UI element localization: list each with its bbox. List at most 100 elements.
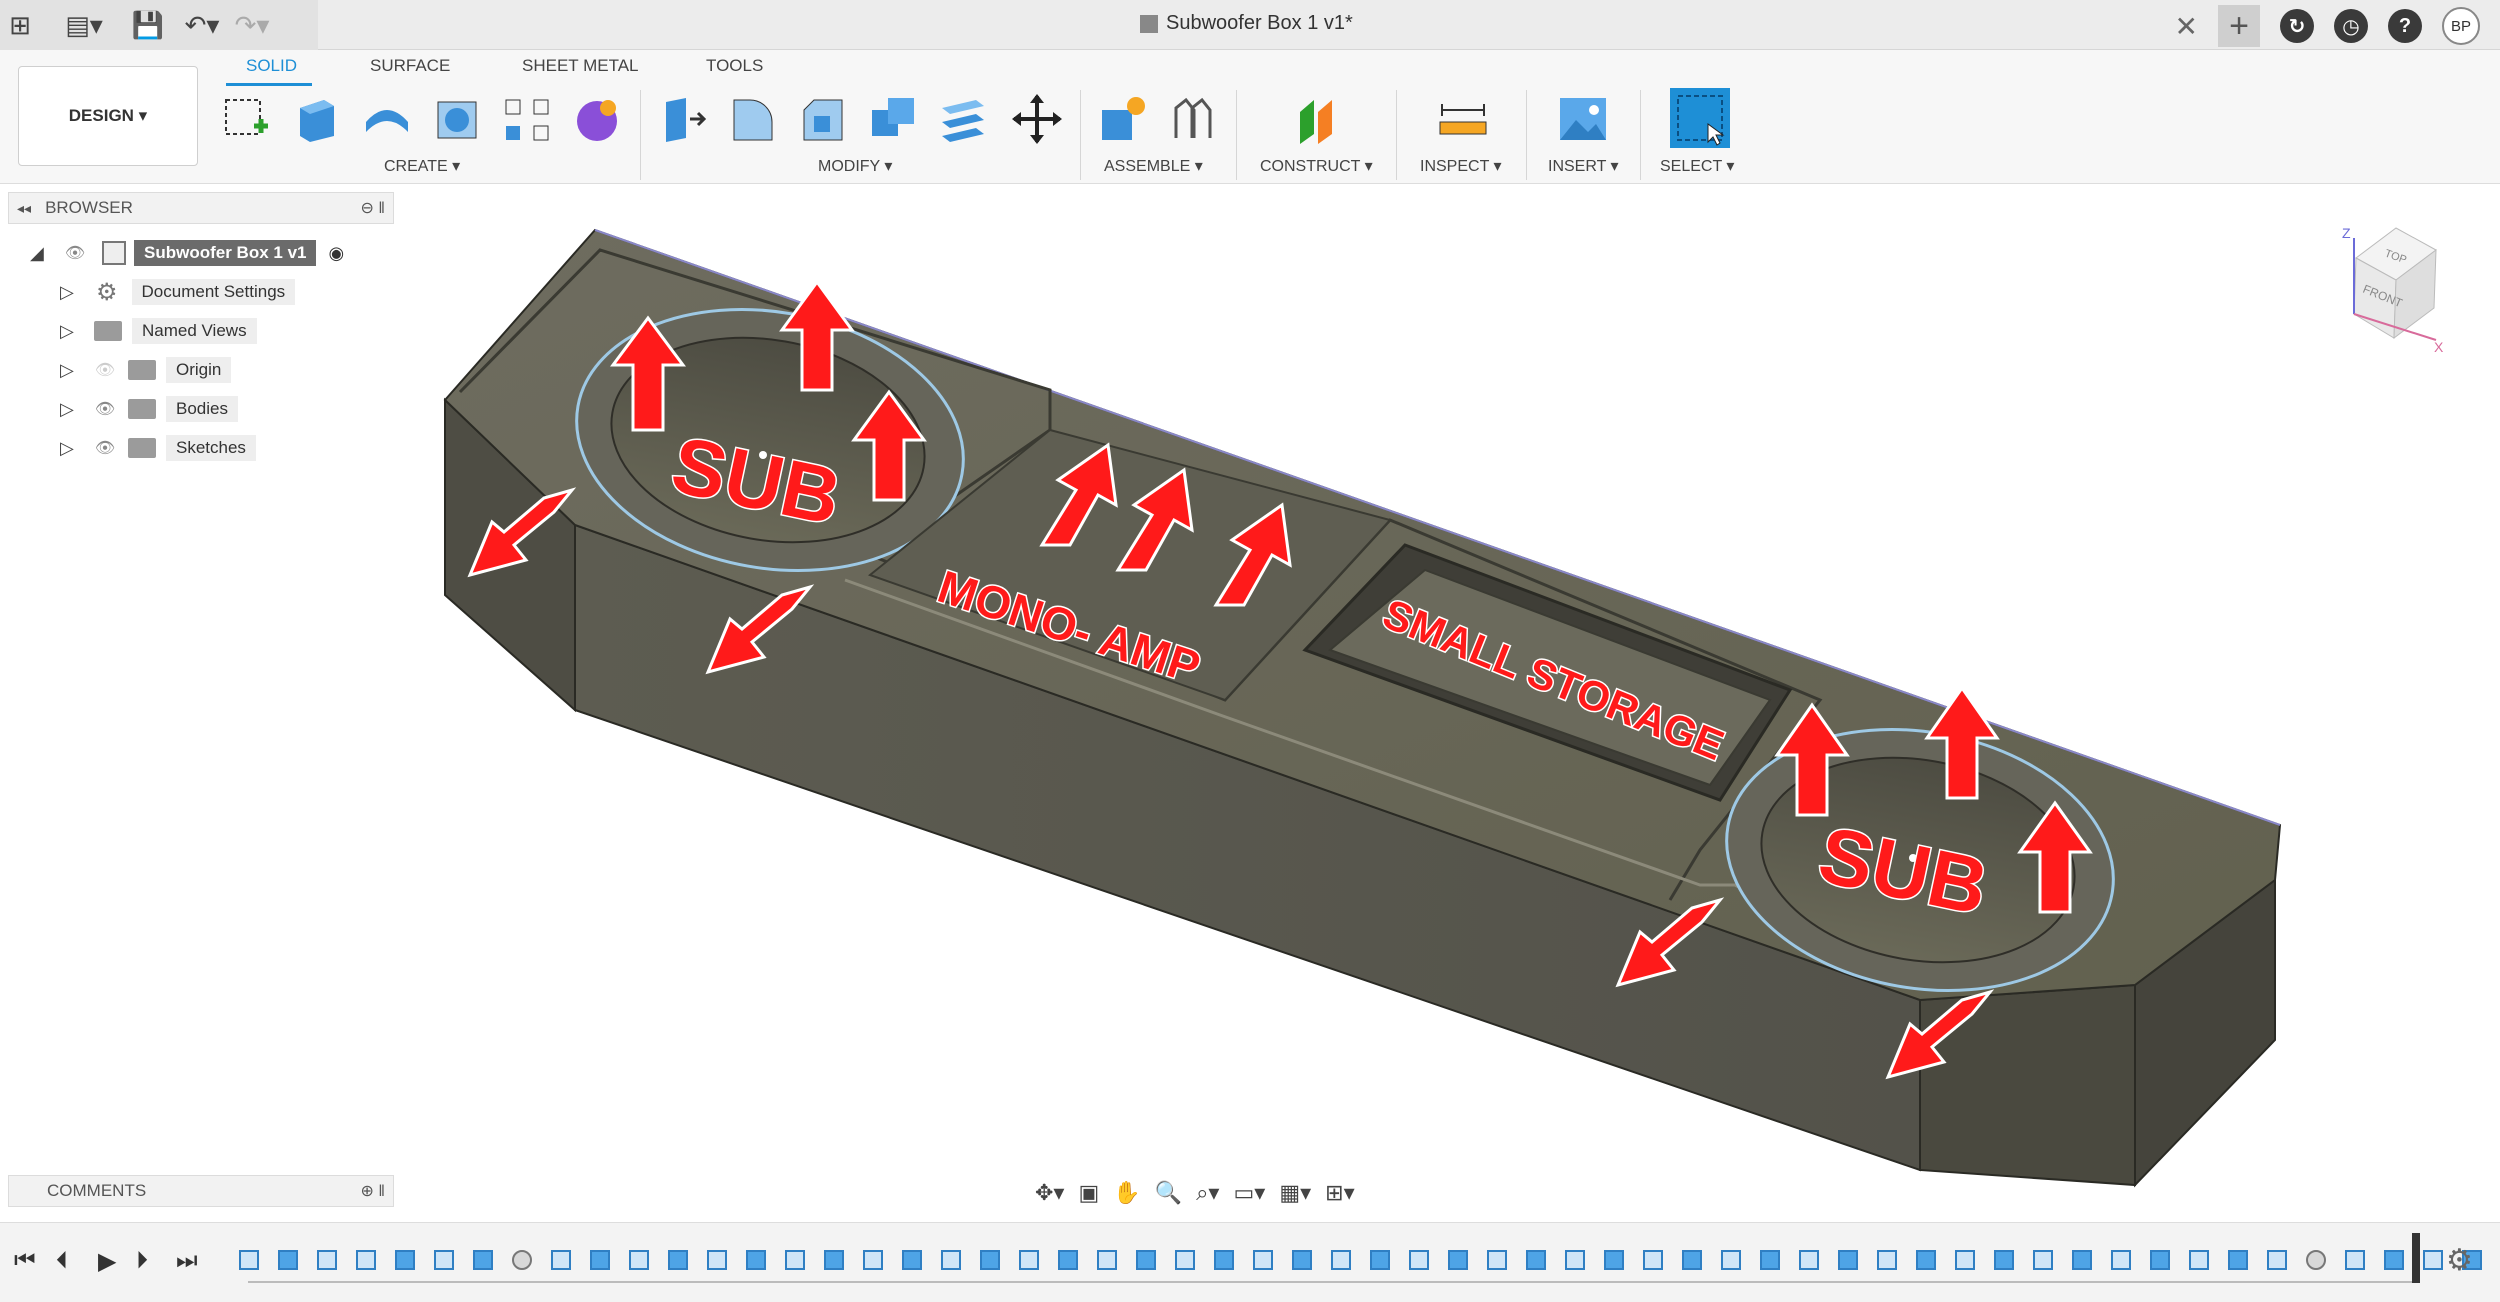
press-pull-icon[interactable] <box>656 92 710 146</box>
step-back-icon[interactable]: ⏴ <box>56 1247 68 1275</box>
create-menu[interactable]: CREATE ▾ <box>384 156 460 176</box>
left-sub-opening[interactable] <box>556 280 985 600</box>
timeline-extrude-icon[interactable] <box>1207 1245 1241 1275</box>
timeline-extrude-icon[interactable] <box>271 1245 305 1275</box>
tab-solid[interactable]: SOLID <box>246 56 297 76</box>
timeline-sketch-icon[interactable] <box>1792 1245 1826 1275</box>
browser-item-origin[interactable]: ▷ 👁 Origin <box>60 355 232 385</box>
browser-item-document-settings[interactable]: ▷ ⚙ Document Settings <box>60 277 296 307</box>
browser-item-named-views[interactable]: ▷ Named Views <box>60 316 257 346</box>
look-at-icon[interactable]: ▣ <box>1078 1180 1099 1206</box>
timeline-extrude-icon[interactable] <box>2143 1245 2177 1275</box>
timeline-sketch-icon[interactable] <box>2104 1245 2138 1275</box>
timeline-extrude-icon[interactable] <box>1363 1245 1397 1275</box>
timeline-extrude-icon[interactable] <box>1519 1245 1553 1275</box>
play-icon[interactable]: ▶ <box>98 1247 116 1276</box>
timeline-extrude-icon[interactable] <box>466 1245 500 1275</box>
timeline-sketch-icon[interactable] <box>310 1245 344 1275</box>
timeline-extrude-icon[interactable] <box>1051 1245 1085 1275</box>
timeline-extrude-icon[interactable] <box>739 1245 773 1275</box>
timeline-extrude-icon[interactable] <box>2377 1245 2411 1275</box>
app-grid-icon[interactable]: ⊞ <box>0 5 40 45</box>
job-status-icon[interactable]: ◷ <box>2334 9 2368 43</box>
chamfer-icon[interactable] <box>796 92 850 146</box>
timeline-sketch-icon[interactable] <box>1402 1245 1436 1275</box>
timeline-sketch-icon[interactable] <box>778 1245 812 1275</box>
user-avatar[interactable]: BP <box>2442 7 2480 45</box>
tab-surface[interactable]: SURFACE <box>370 56 450 76</box>
rectangular-pattern-icon[interactable] <box>500 92 554 146</box>
timeline-extrude-icon[interactable] <box>661 1245 695 1275</box>
construct-menu[interactable]: CONSTRUCT ▾ <box>1260 156 1373 176</box>
create-sketch-icon[interactable] <box>220 92 274 146</box>
timeline-settings-gear-icon[interactable]: ⚙ <box>2446 1243 2473 1278</box>
measure-icon[interactable] <box>1436 92 1490 146</box>
timeline-sketch-icon[interactable] <box>622 1245 656 1275</box>
go-to-end-icon[interactable]: ⏭ <box>176 1247 198 1275</box>
expand-triangle-icon[interactable]: ▷ <box>60 438 82 459</box>
timeline-fillet-icon[interactable] <box>505 1245 539 1275</box>
file-menu-icon[interactable]: ▤▾ <box>64 5 104 45</box>
select-menu[interactable]: SELECT ▾ <box>1660 156 1734 176</box>
timeline-sketch-icon[interactable] <box>1870 1245 1904 1275</box>
timeline-extrude-icon[interactable] <box>1285 1245 1319 1275</box>
add-comment-icon[interactable]: ⊕ ‖ <box>361 1181 385 1201</box>
timeline-sketch-icon[interactable] <box>934 1245 968 1275</box>
timeline-sketch-icon[interactable] <box>1246 1245 1280 1275</box>
help-icon[interactable]: ? <box>2388 9 2422 43</box>
timeline-extrude-icon[interactable] <box>973 1245 1007 1275</box>
timeline-extrude-icon[interactable] <box>1909 1245 1943 1275</box>
redo-icon[interactable]: ↷▾ <box>232 5 272 45</box>
expand-triangle-icon[interactable]: ▷ <box>60 360 82 381</box>
timeline-sketch-icon[interactable] <box>232 1245 266 1275</box>
visibility-eye-icon[interactable]: 👁 <box>92 399 118 419</box>
browser-item-bodies[interactable]: ▷ 👁 Bodies <box>60 394 238 424</box>
undo-icon[interactable]: ↶▾ <box>182 5 222 45</box>
timeline-sketch-icon[interactable] <box>2260 1245 2294 1275</box>
orbit-icon[interactable]: ✥▾ <box>1035 1180 1064 1206</box>
move-copy-icon[interactable] <box>1010 92 1064 146</box>
modify-menu[interactable]: MODIFY ▾ <box>818 156 892 176</box>
split-body-icon[interactable] <box>936 92 990 146</box>
timeline-sketch-icon[interactable] <box>1714 1245 1748 1275</box>
new-tab-icon[interactable]: + <box>2218 5 2260 47</box>
timeline-marker[interactable] <box>2412 1233 2420 1283</box>
extensions-icon[interactable]: ↻ <box>2280 9 2314 43</box>
combine-icon[interactable] <box>866 92 920 146</box>
timeline-sketch-icon[interactable] <box>1168 1245 1202 1275</box>
timeline-sketch-icon[interactable] <box>2182 1245 2216 1275</box>
insert-menu[interactable]: INSERT ▾ <box>1548 156 1619 176</box>
timeline-sketch-icon[interactable] <box>1558 1245 1592 1275</box>
timeline-fillet-icon[interactable] <box>2299 1245 2333 1275</box>
timeline-extrude-icon[interactable] <box>1441 1245 1475 1275</box>
timeline-sketch-icon[interactable] <box>544 1245 578 1275</box>
timeline-extrude-icon[interactable] <box>388 1245 422 1275</box>
timeline-sketch-icon[interactable] <box>1636 1245 1670 1275</box>
comments-panel-header[interactable]: COMMENTS ⊕ ‖ <box>8 1175 394 1207</box>
timeline-sketch-icon[interactable] <box>349 1245 383 1275</box>
expand-triangle-icon[interactable]: ▷ <box>60 321 82 342</box>
collapse-panel-icon[interactable]: ◂◂ <box>17 200 31 217</box>
timeline-extrude-icon[interactable] <box>1831 1245 1865 1275</box>
timeline-extrude-icon[interactable] <box>1129 1245 1163 1275</box>
browser-item-sketches[interactable]: ▷ 👁 Sketches <box>60 433 256 463</box>
timeline-extrude-icon[interactable] <box>817 1245 851 1275</box>
insert-image-icon[interactable] <box>1556 92 1610 146</box>
select-icon[interactable] <box>1668 86 1732 150</box>
timeline-sketch-icon[interactable] <box>427 1245 461 1275</box>
pan-icon[interactable]: ✋ <box>1113 1180 1140 1206</box>
assemble-menu[interactable]: ASSEMBLE ▾ <box>1104 156 1203 176</box>
viewports-icon[interactable]: ⊞▾ <box>1325 1180 1354 1206</box>
expand-triangle-icon[interactable]: ▷ <box>60 282 82 303</box>
timeline-sketch-icon[interactable] <box>856 1245 890 1275</box>
joint-icon[interactable] <box>1166 92 1220 146</box>
browser-pin-icon[interactable]: ⊖ ‖ <box>361 198 385 218</box>
activate-component-icon[interactable]: ◉ <box>328 243 344 264</box>
go-to-start-icon[interactable]: ⏮ <box>14 1247 36 1275</box>
right-sub-opening[interactable] <box>1706 700 2135 1020</box>
form-icon[interactable] <box>570 92 624 146</box>
timeline-sketch-icon[interactable] <box>1090 1245 1124 1275</box>
timeline-extrude-icon[interactable] <box>1675 1245 1709 1275</box>
timeline-extrude-icon[interactable] <box>583 1245 617 1275</box>
fillet-icon[interactable] <box>726 92 780 146</box>
